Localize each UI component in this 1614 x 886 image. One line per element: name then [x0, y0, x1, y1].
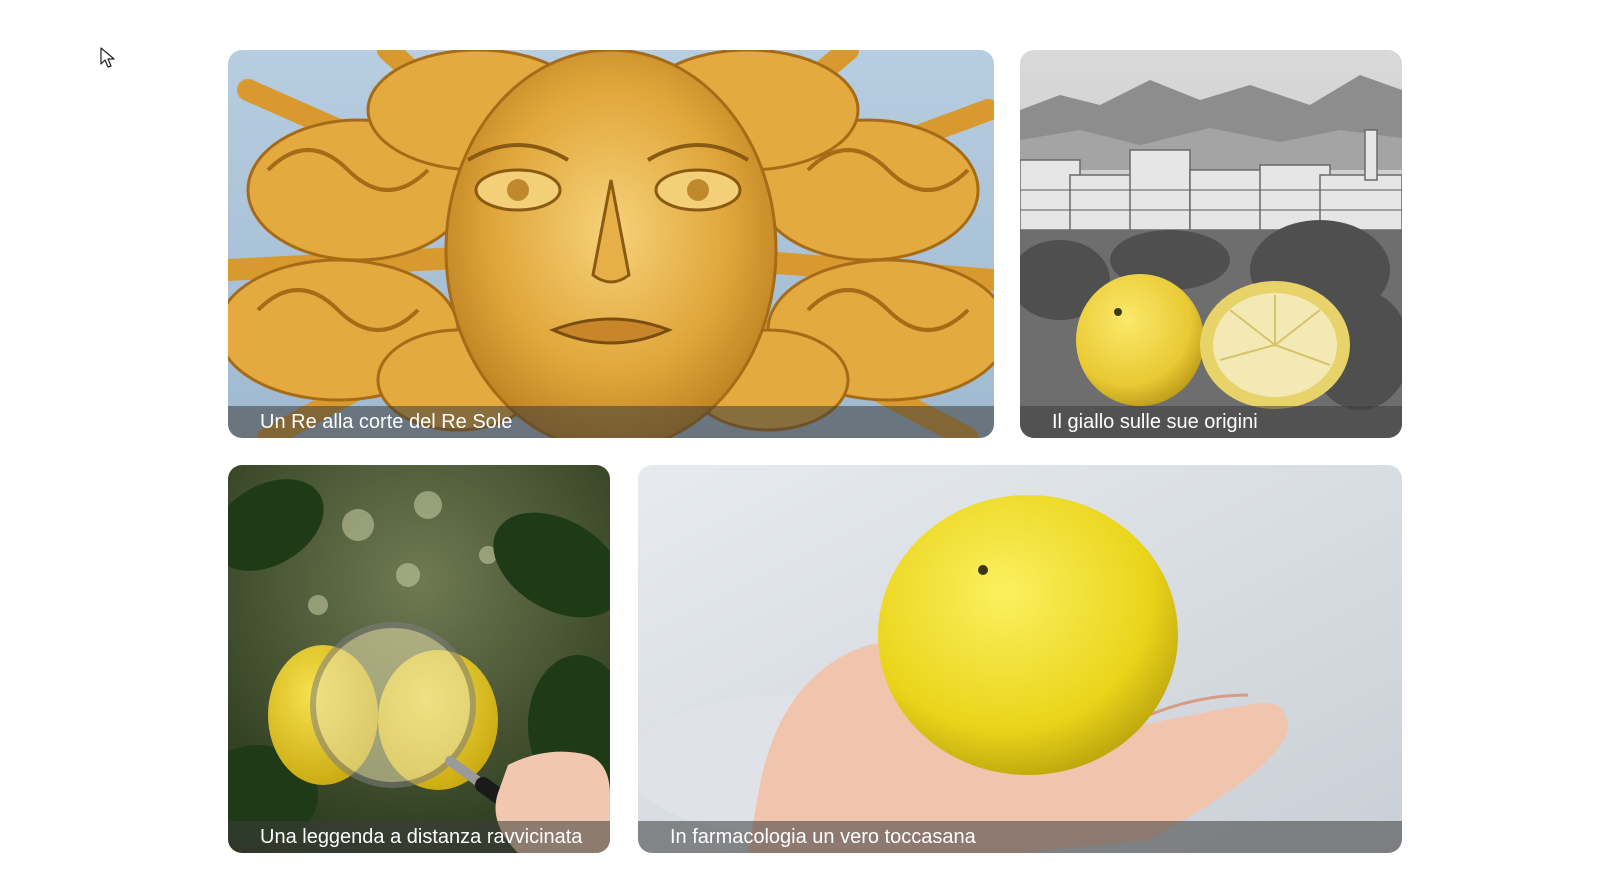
article-card-title[interactable]: Una leggenda a distanza ravvicinata [228, 821, 610, 853]
hand-holding-citrus-image [638, 465, 1402, 853]
article-card-title[interactable]: Un Re alla corte del Re Sole [228, 406, 994, 438]
golden-sun-face-image [228, 50, 994, 438]
article-card-leggenda[interactable]: Una leggenda a distanza ravvicinata [228, 465, 610, 853]
article-card-origini[interactable]: Il giallo sulle sue origini [1020, 50, 1402, 438]
article-card-title[interactable]: In farmacologia un vero toccasana [638, 821, 1402, 853]
article-card-farmacologia[interactable]: In farmacologia un vero toccasana [638, 465, 1402, 853]
engraved-town-image [1020, 50, 1402, 438]
magnifying-glass-citrus-image [228, 465, 610, 853]
article-card-title[interactable]: Il giallo sulle sue origini [1020, 406, 1402, 438]
article-grid: Un Re alla corte del Re Sole Il giallo s… [228, 50, 1402, 853]
mouse-pointer-icon [100, 47, 115, 68]
page: Un Re alla corte del Re Sole Il giallo s… [0, 0, 1614, 886]
article-card-re-sole[interactable]: Un Re alla corte del Re Sole [228, 50, 994, 438]
